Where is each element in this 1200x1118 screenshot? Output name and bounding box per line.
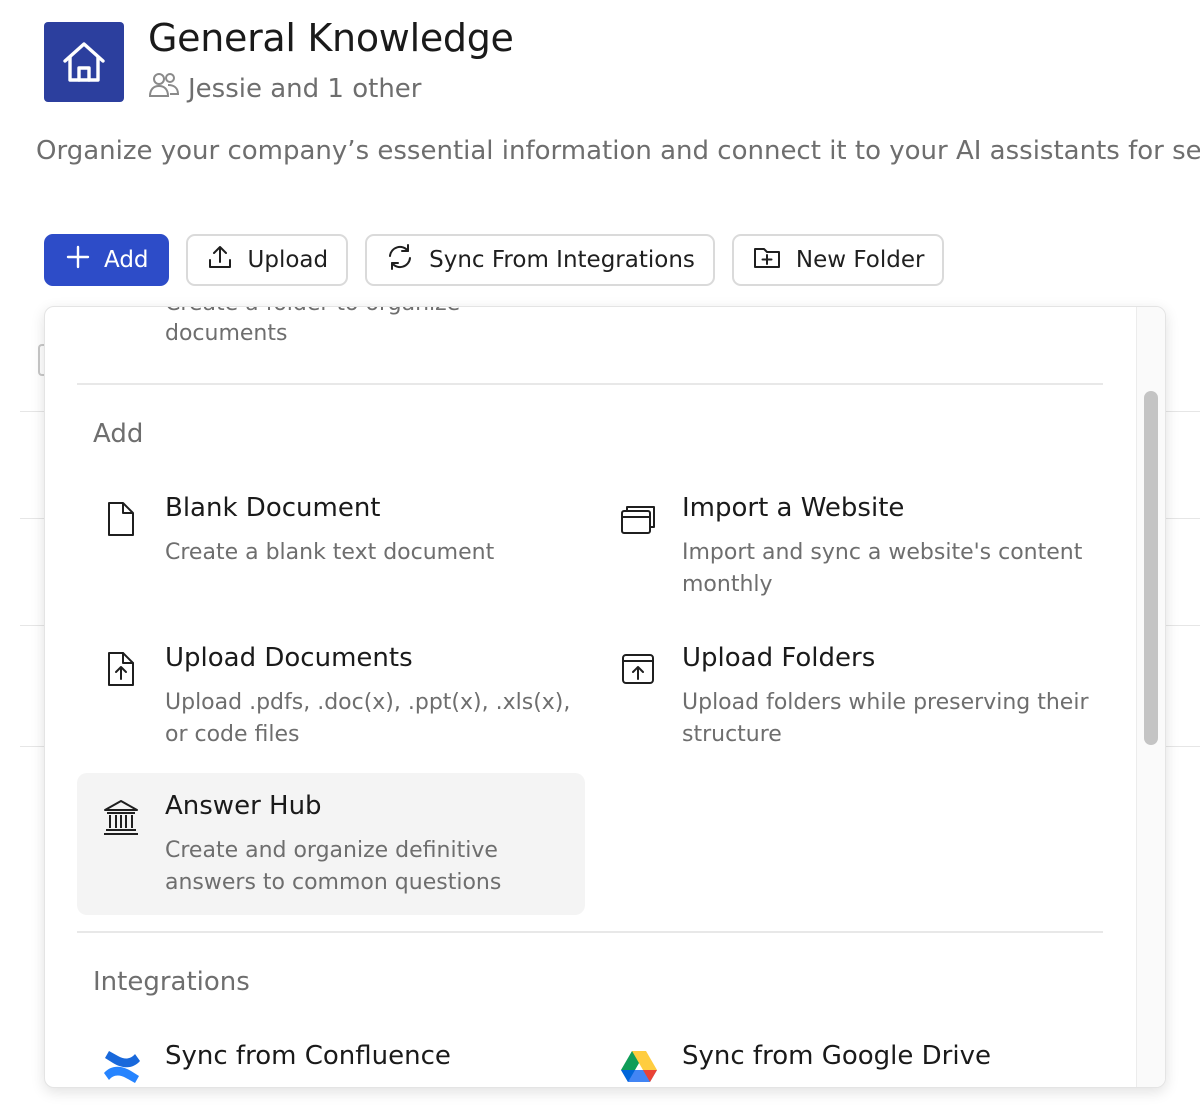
sync-button-label: Sync From Integrations xyxy=(429,247,695,273)
menu-item-title: Blank Document xyxy=(165,493,381,523)
folder-upload-icon xyxy=(618,649,658,689)
partial-item-desc-line1: Create a folder to organize xyxy=(165,307,460,316)
sync-icon xyxy=(385,242,415,278)
menu-item-desc: Upload .pdfs, .doc(x), .ppt(x), .xls(x),… xyxy=(165,690,571,747)
upload-icon xyxy=(206,243,234,277)
menu-item-upload-documents[interactable]: Upload Documents Upload .pdfs, .doc(x), … xyxy=(77,625,585,767)
menu-item-title: Upload Documents xyxy=(165,643,413,673)
google-drive-logo-icon xyxy=(618,1047,658,1087)
blank-document-icon xyxy=(101,499,141,539)
menu-item-desc: Create and organize definitive answers t… xyxy=(165,838,502,895)
menu-item-title: Sync from Google Drive xyxy=(682,1041,991,1071)
menu-item-title: Import a Website xyxy=(682,493,905,523)
members-row[interactable]: Jessie and 1 other xyxy=(148,70,422,107)
dropdown-scrollbar[interactable] xyxy=(1136,307,1165,1087)
add-dropdown-menu: Create a folder to organize documents Ad… xyxy=(44,306,1166,1088)
space-house-icon xyxy=(44,22,124,102)
upload-button[interactable]: Upload xyxy=(185,234,349,286)
menu-item-upload-folders[interactable]: Upload Folders Upload folders while pres… xyxy=(594,625,1102,767)
menu-item-title: Answer Hub xyxy=(165,791,322,821)
bank-building-icon xyxy=(101,797,141,837)
row-divider xyxy=(1164,411,1200,412)
page-title: General Knowledge xyxy=(148,16,514,60)
sync-integrations-button[interactable]: Sync From Integrations xyxy=(365,234,715,286)
menu-item-desc: Import and sync a website's content mont… xyxy=(682,540,1083,597)
menu-item-import-website[interactable]: Import a Website Import and sync a websi… xyxy=(594,475,1102,617)
members-label: Jessie and 1 other xyxy=(188,73,422,104)
menu-item-title: Upload Folders xyxy=(682,643,876,673)
add-section-label: Add xyxy=(93,419,144,449)
page-description: Organize your company’s essential inform… xyxy=(36,136,1200,166)
users-icon xyxy=(148,70,180,107)
confluence-logo-icon xyxy=(101,1047,141,1087)
partial-item-desc-line2: documents xyxy=(165,321,288,346)
row-divider xyxy=(20,411,44,412)
integrations-section-label: Integrations xyxy=(93,967,250,997)
row-divider xyxy=(20,625,44,626)
row-divider xyxy=(20,518,44,519)
menu-item-sync-confluence[interactable]: Sync from Confluence xyxy=(77,1023,585,1087)
row-divider xyxy=(1164,518,1200,519)
row-divider xyxy=(1164,625,1200,626)
add-button-label: Add xyxy=(104,247,149,273)
menu-item-desc: Upload folders while preserving their st… xyxy=(682,690,1089,747)
row-divider xyxy=(1164,746,1200,747)
menu-item-blank-document[interactable]: Blank Document Create a blank text docum… xyxy=(77,475,585,617)
menu-item-title: Sync from Confluence xyxy=(165,1041,451,1071)
menu-item-desc: Create a blank text document xyxy=(165,540,495,565)
add-button[interactable]: Add xyxy=(44,234,169,286)
upload-button-label: Upload xyxy=(247,247,329,273)
file-upload-icon xyxy=(101,649,141,689)
menu-item-sync-google-drive[interactable]: Sync from Google Drive xyxy=(594,1023,1102,1087)
new-folder-button-label: New Folder xyxy=(795,247,925,273)
plus-icon xyxy=(66,245,90,275)
toolbar: Add Upload Sync From Integrations New Fo… xyxy=(44,234,945,286)
folder-plus-icon xyxy=(752,243,782,277)
row-divider xyxy=(20,746,44,747)
browser-windows-icon xyxy=(618,499,658,539)
section-divider xyxy=(77,383,1103,385)
menu-item-answer-hub[interactable]: Answer Hub Create and organize definitiv… xyxy=(77,773,585,915)
scrollbar-thumb[interactable] xyxy=(1144,391,1158,745)
new-folder-button[interactable]: New Folder xyxy=(731,234,945,286)
section-divider xyxy=(77,931,1103,933)
